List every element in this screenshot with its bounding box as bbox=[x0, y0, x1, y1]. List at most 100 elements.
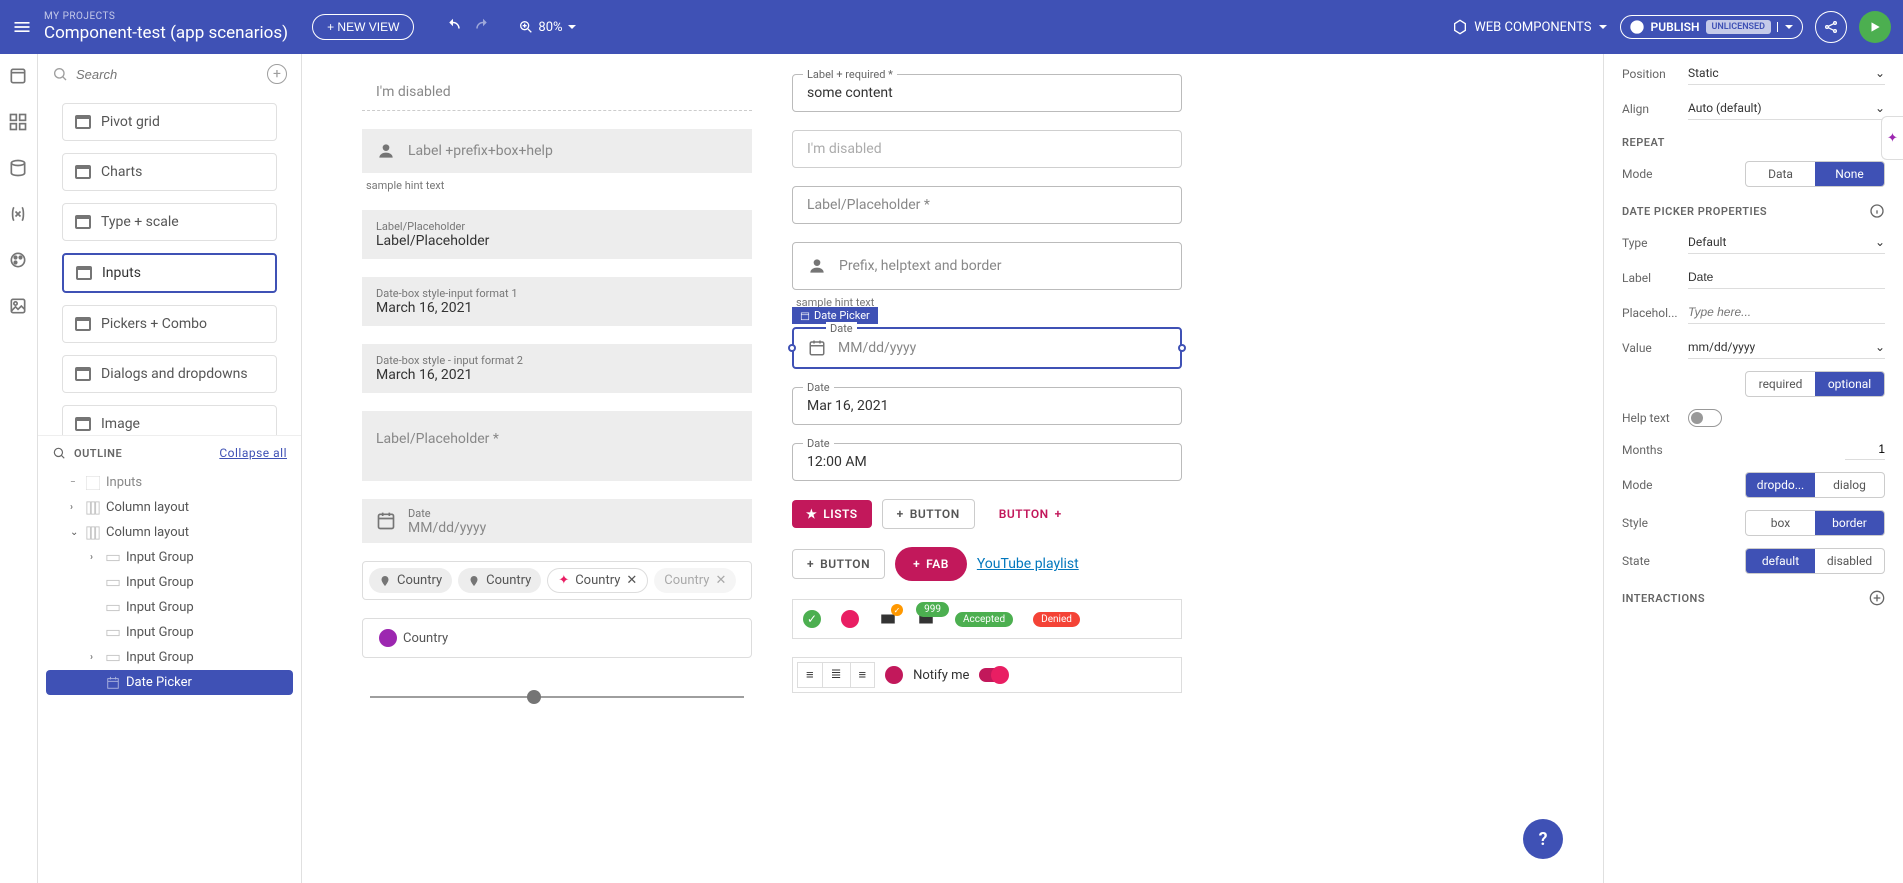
tree-node-input-group[interactable]: Input Group bbox=[46, 595, 293, 620]
publish-button[interactable]: PUBLISH UNLICENSED bbox=[1620, 15, 1803, 39]
fab-button[interactable]: + FAB bbox=[895, 547, 967, 581]
months-input[interactable] bbox=[1845, 439, 1885, 460]
person-icon bbox=[807, 256, 827, 276]
close-icon[interactable]: ✕ bbox=[626, 573, 637, 588]
preview-button[interactable] bbox=[1859, 11, 1891, 43]
country-chip[interactable]: Country bbox=[369, 568, 452, 593]
mode-none-option[interactable]: None bbox=[1815, 162, 1884, 186]
info-icon[interactable] bbox=[1869, 203, 1885, 219]
view-thumb-icon bbox=[75, 367, 91, 381]
view-item-inputs[interactable]: Inputs bbox=[62, 253, 277, 293]
time-input[interactable]: Date 12:00 AM bbox=[792, 443, 1182, 481]
components-nav-icon[interactable] bbox=[8, 112, 30, 134]
view-item-type-scale[interactable]: Type + scale bbox=[62, 203, 277, 241]
publish-caret-icon[interactable] bbox=[1777, 22, 1794, 32]
country-chip-decorated[interactable]: ✦ Country ✕ bbox=[547, 568, 648, 593]
data-nav-icon[interactable] bbox=[8, 158, 30, 180]
view-item-pickers-combo[interactable]: Pickers + Combo bbox=[62, 305, 277, 343]
selected-date-picker[interactable]: Date Picker Date MM/dd/yyyy bbox=[792, 327, 1182, 369]
views-nav-icon[interactable] bbox=[8, 66, 30, 88]
simple-date-input[interactable]: Date MM/dd/yyyy bbox=[362, 499, 752, 543]
tree-node-column-layout[interactable]: ⌄ Column layout bbox=[46, 520, 293, 545]
align-dropdown[interactable]: Auto (default) ⌄ bbox=[1688, 97, 1885, 120]
view-item-dialogs[interactable]: Dialogs and dropdowns bbox=[62, 355, 277, 393]
platform-selector[interactable]: WEB COMPONENTS bbox=[1452, 19, 1607, 35]
resize-handle-left[interactable] bbox=[788, 344, 796, 352]
view-item-charts[interactable]: Charts bbox=[62, 153, 277, 191]
tree-node-column-layout[interactable]: › Column layout bbox=[46, 495, 293, 520]
mode-dialog-option[interactable]: dialog bbox=[1815, 473, 1884, 497]
zoom-control[interactable]: 80% bbox=[518, 19, 576, 35]
prefix-outlined-input[interactable]: Prefix, helptext and border bbox=[792, 242, 1182, 290]
menu-icon[interactable] bbox=[12, 17, 32, 37]
position-dropdown[interactable]: Static ⌄ bbox=[1688, 62, 1885, 85]
chevron-down-icon: ⌄ bbox=[1875, 340, 1885, 354]
tree-node-inputs[interactable]: − Inputs bbox=[46, 470, 293, 495]
value-dropdown[interactable]: mm/dd/yyyy ⌄ bbox=[1688, 336, 1885, 359]
mode-data-option[interactable]: Data bbox=[1746, 162, 1815, 186]
state-disabled-option[interactable]: disabled bbox=[1815, 549, 1884, 573]
align-left-icon[interactable]: ≡ bbox=[798, 663, 822, 687]
prefix-input[interactable]: Label +prefix+box+help bbox=[362, 129, 752, 173]
country-chip[interactable]: Country bbox=[458, 568, 541, 593]
optional-option[interactable]: optional bbox=[1815, 372, 1884, 396]
textarea-input[interactable]: Label/Placeholder * bbox=[362, 411, 752, 481]
add-view-button[interactable]: + bbox=[267, 64, 287, 84]
slider[interactable] bbox=[370, 696, 744, 698]
calendar-icon bbox=[106, 676, 120, 690]
add-interaction-button[interactable] bbox=[1869, 590, 1885, 606]
variables-nav-icon[interactable] bbox=[8, 204, 30, 226]
chip-container-avatar[interactable]: Country bbox=[362, 618, 752, 658]
state-default-option[interactable]: default bbox=[1746, 549, 1815, 573]
style-border-option[interactable]: border bbox=[1815, 511, 1884, 535]
tree-node-input-group[interactable]: › Input Group bbox=[46, 645, 293, 670]
view-item-pivot-grid[interactable]: Pivot grid bbox=[62, 103, 277, 141]
share-button[interactable] bbox=[1815, 11, 1847, 43]
switch[interactable] bbox=[979, 668, 1007, 682]
prop-placeholder-label: Placehol... bbox=[1622, 306, 1680, 320]
datebox-input-2[interactable]: Date-box style - input format 2 March 16… bbox=[362, 344, 752, 393]
button-plus[interactable]: + BUTTON bbox=[792, 549, 885, 579]
tree-node-date-picker[interactable]: Date Picker bbox=[46, 670, 293, 695]
view-label: Type + scale bbox=[101, 214, 179, 230]
style-box-option[interactable]: box bbox=[1746, 511, 1815, 535]
plus-icon: + bbox=[1055, 507, 1062, 521]
chip-container[interactable]: Country Country ✦ Country ✕ Country ✕ bbox=[362, 561, 752, 600]
search-input[interactable] bbox=[76, 67, 259, 82]
collapse-all-link[interactable]: Collapse all bbox=[219, 446, 287, 460]
outline-tree: − Inputs › Column layout ⌄ Column layout… bbox=[38, 470, 301, 883]
youtube-link[interactable]: YouTube playlist bbox=[977, 556, 1079, 572]
datebox-input-1[interactable]: Date-box style-input format 1 March 16, … bbox=[362, 277, 752, 326]
mode-dropdown-option[interactable]: dropdo... bbox=[1746, 473, 1815, 497]
tree-node-input-group[interactable]: Input Group bbox=[46, 620, 293, 645]
button-outlined[interactable]: + BUTTON bbox=[882, 499, 975, 529]
label-placeholder-outlined[interactable]: Label/Placeholder * bbox=[792, 186, 1182, 224]
label-placeholder-input[interactable]: Label/Placeholder Label/Placeholder bbox=[362, 210, 752, 259]
label-input[interactable] bbox=[1688, 266, 1885, 289]
button-flat[interactable]: BUTTON + bbox=[985, 500, 1076, 528]
tree-node-input-group[interactable]: Input Group bbox=[46, 570, 293, 595]
align-right-icon[interactable]: ≡ bbox=[850, 663, 875, 687]
align-center-icon[interactable]: ≣ bbox=[822, 663, 850, 687]
assets-nav-icon[interactable] bbox=[8, 296, 30, 318]
ai-sidebar-tab[interactable]: ✦ bbox=[1881, 116, 1903, 160]
new-view-button[interactable]: + NEW VIEW bbox=[312, 14, 414, 40]
slider-thumb[interactable] bbox=[527, 690, 541, 704]
tree-node-input-group[interactable]: › Input Group bbox=[46, 545, 293, 570]
lists-button[interactable]: ★ LISTS bbox=[792, 500, 872, 528]
view-item-image[interactable]: Image bbox=[62, 405, 277, 435]
help-fab[interactable]: ? bbox=[1523, 819, 1563, 859]
theme-nav-icon[interactable] bbox=[8, 250, 30, 272]
redo-icon[interactable] bbox=[474, 18, 492, 36]
undo-icon[interactable] bbox=[444, 18, 462, 36]
required-option[interactable]: required bbox=[1746, 372, 1815, 396]
helptext-toggle[interactable] bbox=[1688, 409, 1722, 427]
type-dropdown[interactable]: Default ⌄ bbox=[1688, 231, 1885, 254]
placeholder-input[interactable] bbox=[1688, 301, 1885, 324]
resize-handle-right[interactable] bbox=[1178, 344, 1186, 352]
project-name[interactable]: Component-test (app scenarios) bbox=[44, 23, 288, 43]
date-input[interactable]: Date Mar 16, 2021 bbox=[792, 387, 1182, 425]
avatar-chip[interactable]: Country bbox=[369, 625, 458, 651]
label-required-input[interactable]: Label + required * some content bbox=[792, 74, 1182, 112]
prop-label-label: Label bbox=[1622, 271, 1680, 285]
